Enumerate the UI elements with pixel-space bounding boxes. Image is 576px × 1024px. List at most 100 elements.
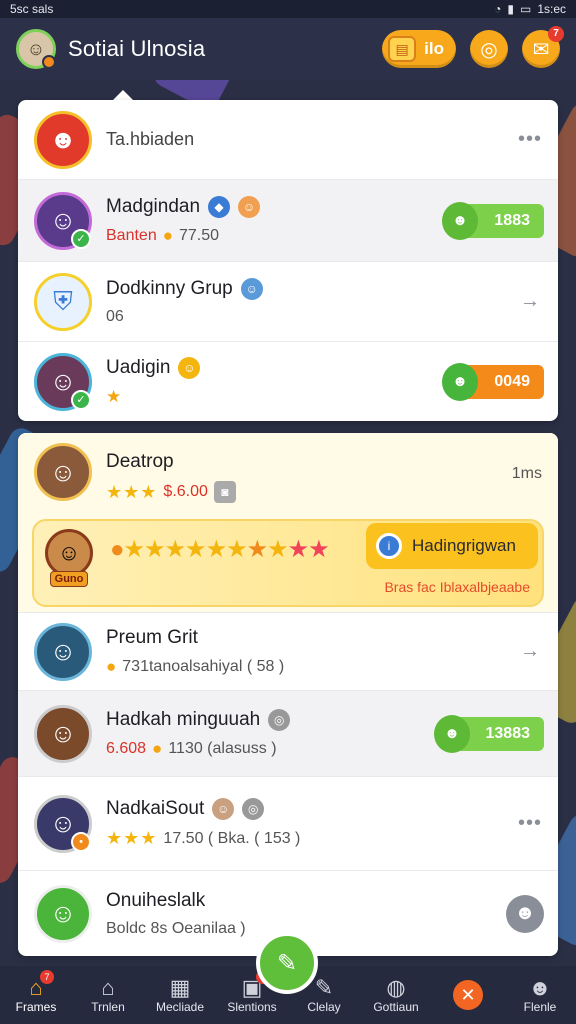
nav-item-frames[interactable]: ⌂ 7 Frames bbox=[0, 966, 72, 1024]
list-item[interactable]: ☺ Hadkah minguuah ◎ 6.608 ● 1130 (alasus… bbox=[18, 691, 558, 777]
contact-avatar: ☺ bbox=[34, 443, 92, 501]
nav-label: Frames bbox=[15, 1000, 57, 1014]
nav-label: Flenle bbox=[523, 1000, 557, 1014]
coin-icon: ● bbox=[162, 225, 173, 245]
score-pill[interactable]: ☻ 0049 bbox=[442, 362, 544, 401]
gift-button[interactable]: ✉ 7 bbox=[522, 26, 564, 68]
online-badge-icon: ✓ bbox=[71, 389, 91, 410]
profile-button[interactable]: ☻ bbox=[506, 894, 544, 933]
list-item[interactable]: ☺ ✓ Madgindan ◆ ☺ Banten ● 77.50 ☻ 1883 bbox=[18, 180, 558, 262]
contact-name: Madgindan bbox=[106, 195, 201, 217]
list-item[interactable]: ☺ Preum Grit ● 731tanoalsahiyal ( 58 ) → bbox=[18, 613, 558, 691]
verified-icon: ◎ bbox=[268, 708, 291, 731]
frog-icon: ☻ bbox=[434, 714, 470, 753]
coin-box-icon: ▤ bbox=[388, 36, 417, 62]
status-left-text: 5sc sals bbox=[10, 2, 54, 16]
online-badge-icon: ✓ bbox=[71, 228, 91, 249]
app-title: Sotiai Ulnosia bbox=[68, 36, 206, 61]
arrow-right-icon[interactable]: → bbox=[520, 290, 540, 313]
promo-note: Bras fac Iblaxalbjeaabe bbox=[384, 579, 530, 595]
contact-avatar: ☺ bbox=[34, 622, 92, 681]
contact-avatar: ☺ • bbox=[34, 794, 92, 853]
contact-sub: Boldc 8s Oeanilaa ) bbox=[106, 919, 246, 937]
gift-badge: 7 bbox=[548, 26, 564, 42]
edit-icon: ✎ bbox=[314, 975, 334, 1000]
promo-banner[interactable]: ☺ Guno ●★★★★★★★★★★ i Hadingrigwan Bras f… bbox=[32, 519, 544, 607]
featured-item[interactable]: ☺ Deatrop ★★★ $.6.00 ◙ 1ms ☺ Guno ●★★★★★… bbox=[18, 433, 558, 613]
featured-price: $.6.00 bbox=[163, 483, 208, 500]
profile-icon: ☻ bbox=[514, 902, 536, 924]
promo-badge-label: Guno bbox=[49, 571, 89, 587]
group-card-header[interactable]: ☻ Ta.hbiaden ••• bbox=[18, 100, 558, 180]
contact-name: Hadkah minguuah bbox=[106, 708, 261, 730]
emoji-icon: ☺ bbox=[212, 798, 235, 820]
promo-badge: ☺ Guno bbox=[42, 529, 96, 599]
compose-fab[interactable]: ✎ bbox=[256, 932, 318, 994]
person-icon: ☺ bbox=[49, 808, 77, 838]
featured-time: 1ms bbox=[511, 465, 542, 482]
nav-label: Gottiaun bbox=[373, 1000, 419, 1014]
user-avatar[interactable]: ☺ bbox=[16, 29, 56, 69]
info-icon: i bbox=[376, 533, 402, 559]
group-avatar: ⛨ bbox=[34, 272, 92, 331]
arrow-right-icon[interactable]: → bbox=[520, 640, 540, 663]
nav-item-mecliade[interactable]: ▦ Mecliade bbox=[144, 966, 216, 1024]
score-value: 1883 bbox=[494, 211, 530, 229]
coin-icon: ● bbox=[152, 738, 163, 758]
coin-icon: ● bbox=[110, 536, 124, 563]
group-name: Dodkinny Grup bbox=[106, 277, 233, 299]
coin-balance-button[interactable]: ▤ ilo bbox=[382, 30, 456, 68]
target-icon: ◎ bbox=[480, 38, 498, 61]
contact-sub: 77.50 bbox=[179, 226, 220, 244]
rating-stars: ★★★ bbox=[106, 828, 158, 848]
status-time: 1s:ec bbox=[537, 2, 566, 16]
nav-label: Clelay bbox=[307, 1000, 341, 1014]
app-bar: ☺ Sotiai Ulnosia ▤ ilo ◎ ✉ 7 bbox=[0, 18, 576, 80]
status-bar: 5sc sals ◔ ▮ ▭ 1s:ec bbox=[0, 0, 576, 18]
globe-icon: ◍ bbox=[386, 975, 406, 1000]
contact-sub: 1130 (alasuss ) bbox=[168, 739, 277, 757]
close-badge-icon: ✕ bbox=[453, 980, 483, 1010]
person-icon: ☺ bbox=[49, 205, 77, 235]
score-pill[interactable]: ☻ 13883 bbox=[434, 714, 544, 753]
contact-tag: 6.608 bbox=[106, 739, 147, 757]
rating-stars: ★★★ bbox=[106, 481, 158, 502]
score-value: 13883 bbox=[485, 724, 531, 742]
level-badge-icon: • bbox=[71, 831, 91, 852]
promo-stars: ●★★★★★★★★★★ bbox=[110, 536, 330, 563]
list-item[interactable]: ⛨ Dodkinny Grup ☺ 06 → bbox=[18, 262, 558, 342]
nav-label: Slentions bbox=[227, 1000, 277, 1014]
group-card-title: Ta.hbiaden bbox=[106, 129, 195, 149]
nav-item-gottiaun[interactable]: ◍ Gottiaun bbox=[360, 966, 432, 1024]
person-icon: ☺ bbox=[49, 718, 77, 748]
wifi-icon: ◔ bbox=[494, 2, 502, 16]
popover-caret bbox=[113, 90, 133, 100]
target-button[interactable]: ◎ bbox=[470, 30, 508, 68]
contact-avatar: ☺ bbox=[34, 704, 92, 763]
calendar-icon: ▦ bbox=[169, 975, 191, 1000]
avatar-face-icon: ☺ bbox=[26, 38, 46, 59]
more-options-icon[interactable]: ••• bbox=[518, 812, 542, 835]
nav-item-close[interactable]: ✕ bbox=[432, 966, 504, 1024]
more-options-icon[interactable]: ••• bbox=[518, 128, 542, 151]
group-sub: 06 bbox=[106, 307, 124, 325]
contact-name: Uadigin bbox=[106, 356, 171, 378]
profile-icon: ☻ bbox=[528, 975, 552, 1000]
coin-icon: ● bbox=[106, 656, 117, 676]
promo-action-button[interactable]: i Hadingrigwan bbox=[366, 523, 538, 569]
list-item[interactable]: ☺ ✓ Uadigin ☺ ★ ☻ 0049 bbox=[18, 342, 558, 421]
promo-button-label: Hadingrigwan bbox=[412, 536, 516, 555]
contact-name: NadkaiSout bbox=[106, 798, 205, 819]
shop-icon: ⌂ bbox=[101, 975, 115, 1000]
contact-tag: Banten bbox=[106, 226, 157, 244]
frog-icon: ☻ bbox=[442, 362, 478, 401]
list-item[interactable]: ☺ • NadkaiSout ☺ ◎ ★★★ 17.50 ( Bka. ( 15… bbox=[18, 777, 558, 871]
nav-item-flenle[interactable]: ☻ Flenle bbox=[504, 966, 576, 1024]
pencil-icon: ✎ bbox=[276, 949, 298, 977]
frog-icon: ☻ bbox=[442, 201, 478, 240]
person-icon: ☺ bbox=[49, 366, 77, 396]
score-pill[interactable]: ☻ 1883 bbox=[442, 201, 544, 240]
list-card: ☺ Deatrop ★★★ $.6.00 ◙ 1ms ☺ Guno ●★★★★★… bbox=[18, 433, 558, 956]
group-card: ☻ Ta.hbiaden ••• ☺ ✓ Madgindan ◆ ☺ Bante… bbox=[18, 100, 558, 421]
nav-item-trnlen[interactable]: ⌂ Trnlen bbox=[72, 966, 144, 1024]
